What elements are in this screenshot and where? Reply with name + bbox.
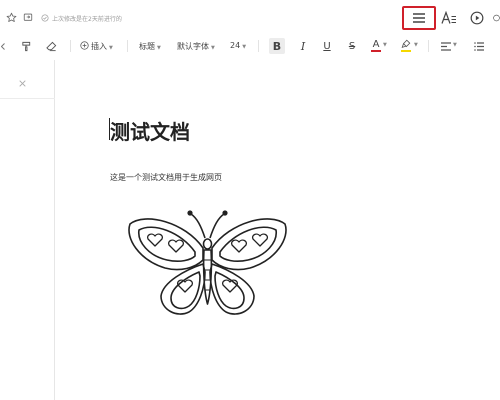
star-icon[interactable] [5, 11, 17, 23]
font-size-dropdown[interactable]: 24 ▼ [230, 41, 246, 50]
font-size-label: 24 [230, 41, 241, 50]
heading-dropdown[interactable]: 标题 ▼ [139, 41, 161, 52]
font-color-button[interactable]: A [369, 37, 383, 54]
toolbar-divider [428, 40, 429, 52]
chevron-down-icon[interactable]: ▼ [453, 42, 457, 48]
sidebar-divider [0, 98, 55, 99]
menu-icon [413, 13, 425, 23]
italic-button[interactable]: I [296, 38, 310, 54]
document-title[interactable]: 测试文档 [110, 116, 190, 145]
close-icon[interactable] [17, 78, 27, 88]
bold-button[interactable]: B [269, 38, 285, 54]
format-painter-icon[interactable] [19, 39, 33, 53]
highlighter-icon[interactable] [399, 37, 413, 54]
align-icon[interactable] [440, 40, 452, 52]
toolbar-divider [127, 40, 128, 52]
text-cursor [109, 118, 110, 140]
chevron-down-icon: ▼ [211, 45, 215, 51]
document-paragraph[interactable]: 这是一个测试文档用于生成网页 [110, 172, 222, 183]
chevron-left-icon[interactable] [0, 40, 6, 52]
heading-label: 标题 [139, 42, 155, 51]
avatar-icon[interactable] [493, 10, 500, 26]
chevron-down-icon[interactable]: ▼ [383, 42, 387, 48]
butterfly-image[interactable] [125, 208, 290, 324]
font-color-letter: A [372, 39, 380, 50]
toolbar-divider [258, 40, 259, 52]
formatting-toolbar [0, 34, 500, 60]
play-icon[interactable] [469, 10, 485, 26]
highlighter-color-bar [401, 50, 411, 52]
underline-button[interactable]: U [320, 38, 334, 54]
chevron-down-icon: ▼ [157, 45, 161, 51]
menu-button[interactable] [402, 6, 436, 30]
export-icon[interactable] [22, 11, 34, 23]
font-color-bar [371, 50, 381, 52]
list-icon[interactable] [473, 40, 485, 52]
check-circle-icon [41, 14, 49, 22]
chevron-down-icon: ▼ [242, 44, 247, 50]
insert-dropdown[interactable]: 插入 ▼ [91, 41, 113, 52]
insert-plus-icon[interactable] [79, 40, 90, 51]
save-status-text: 上次修改是在2天前进行的 [52, 15, 122, 23]
eraser-icon[interactable] [44, 39, 58, 53]
font-family-label: 默认字体 [177, 42, 209, 51]
chevron-down-icon[interactable]: ▼ [414, 42, 418, 48]
insert-label: 插入 [91, 42, 107, 51]
font-family-dropdown[interactable]: 默认字体 ▼ [177, 41, 215, 52]
font-format-icon[interactable] [441, 10, 457, 26]
save-status: 上次修改是在2天前进行的 [41, 12, 122, 24]
chevron-down-icon: ▼ [109, 45, 113, 51]
outline-sidebar [0, 60, 55, 400]
strikethrough-button[interactable]: S [345, 38, 359, 54]
toolbar-divider [70, 40, 71, 52]
